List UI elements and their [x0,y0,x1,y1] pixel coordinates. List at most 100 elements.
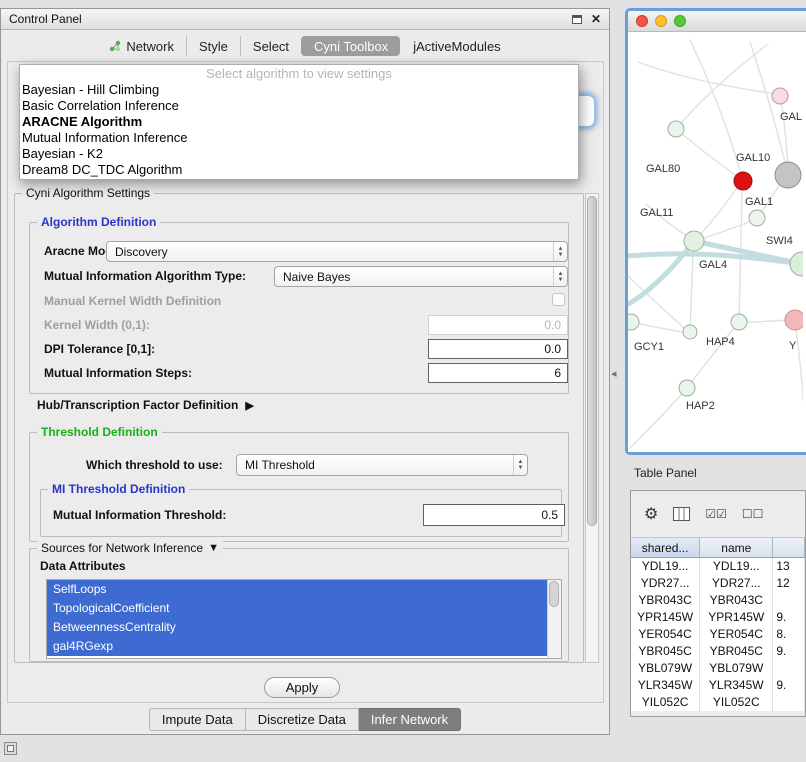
bottom-tab-impute-data[interactable]: Impute Data [149,708,246,731]
zoom-traffic-light[interactable] [674,15,686,27]
manual-kernel-label: Manual Kernel Width Definition [44,294,221,308]
table-cell: YBL079W [700,660,773,677]
table-cell: YBR043C [700,592,773,609]
list-scrollbar[interactable] [547,580,561,658]
minimize-traffic-light[interactable] [655,15,667,27]
data-attributes-label: Data Attributes [40,559,126,573]
network-node[interactable] [790,252,803,276]
node-label: GAL11 [640,207,673,219]
network-node[interactable] [772,88,788,104]
mi-steps-field[interactable]: 6 [428,363,568,383]
tab-style[interactable]: Style [186,36,240,56]
network-node[interactable] [683,325,697,339]
apply-button[interactable]: Apply [264,677,340,698]
table-cell: YDR27... [700,575,773,592]
table-row[interactable]: YPR145WYPR145W9. [631,609,805,626]
tab-cyni-toolbox[interactable]: Cyni Toolbox [301,36,400,56]
algorithm-option-dream8-dc-tdc-algorithm[interactable]: Dream8 DC_TDC Algorithm [20,162,578,178]
table-row[interactable]: YBR045CYBR045C9. [631,643,805,660]
network-node[interactable] [684,231,704,251]
columns-icon[interactable] [673,507,690,521]
table-row[interactable]: YER054CYER054C8. [631,626,805,643]
network-edge [676,129,741,179]
tab-label: jActiveModules [413,39,500,54]
column-header-col2[interactable] [773,538,805,558]
list-scrollbar-thumb[interactable] [549,581,559,607]
aracne-mode-select[interactable]: Discovery [106,241,568,262]
stepper-icon [553,267,567,286]
algorithm-option-mutual-information-inference[interactable]: Mutual Information Inference [20,130,578,146]
gear-icon[interactable]: ⚙ [644,504,658,524]
network-edge [628,241,694,304]
column-header-name[interactable]: name [700,538,773,558]
table-cell: YBR045C [631,643,700,660]
algorithm-option-basic-correlation-inference[interactable]: Basic Correlation Inference [20,98,578,114]
table-row[interactable]: YBL079WYBL079W [631,660,805,677]
tab-network[interactable]: Network [97,36,186,56]
bottom-tab-infer-network[interactable]: Infer Network [359,708,461,731]
table-row[interactable]: YDR27...YDR27...12 [631,575,805,592]
threshold-definition-group: Threshold Definition Which threshold to … [29,432,569,542]
algorithm-option-bayesian-hill-climbing[interactable]: Bayesian - Hill Climbing [20,82,578,98]
deselect-all-icon[interactable]: ☐☐ [742,507,764,521]
group-title: Algorithm Definition [37,215,160,230]
sources-title-text: Sources for Network Inference [41,541,203,556]
network-node[interactable] [731,314,747,330]
docked-panel-icon[interactable] [4,742,17,755]
network-node[interactable] [785,310,803,330]
table-cell: YBR043C [631,592,700,609]
hub-definition-toggle[interactable]: Hub/Transcription Factor Definition ▶ [37,398,254,412]
table-cell [773,694,805,711]
mi-threshold-group: MI Threshold Definition Mutual Informati… [40,489,562,537]
data-attribute-gal4rgexp[interactable]: gal4RGexp [47,637,547,656]
algorithm-dropdown-list: Bayesian - Hill ClimbingBasic Correlatio… [20,82,578,178]
which-threshold-label: Which threshold to use: [86,458,223,472]
dpi-tolerance-field[interactable]: 0.0 [428,339,568,359]
table-cell: YPR145W [631,609,700,626]
table-row[interactable]: YDL19...YDL19...13 [631,558,805,575]
settings-scrollbar[interactable] [585,193,599,663]
mi-algorithm-type-select[interactable]: Naive Bayes [274,266,568,287]
sources-title[interactable]: Sources for Network Inference ▼ [37,541,223,556]
network-canvas[interactable]: GAL80GAL10GAL11GAL1SWI4GAL4GCY1HAP4YHAP2… [628,32,806,452]
table-row[interactable]: YIL052CYIL052C [631,694,805,711]
tab-label: Select [253,39,289,54]
network-graph[interactable]: GAL80GAL10GAL11GAL1SWI4GAL4GCY1HAP4YHAP2… [628,32,803,451]
network-node[interactable] [749,210,765,226]
kernel-width-field[interactable]: 0.0 [428,315,568,335]
close-icon[interactable] [591,12,601,26]
sources-group: Sources for Network Inference ▼ Data Att… [29,548,569,662]
network-node[interactable] [775,162,801,188]
table-row[interactable]: YLR345WYLR345W9. [631,677,805,694]
group-title: Cyni Algorithm Settings [22,186,154,201]
column-header-shared[interactable]: shared... [631,538,700,558]
algorithm-option-bayesian-k2[interactable]: Bayesian - K2 [20,146,578,162]
data-attribute-topologicalcoefficient[interactable]: TopologicalCoefficient [47,599,547,618]
data-attribute-selfloops[interactable]: SelfLoops [47,580,547,599]
network-edge [690,253,693,332]
select-all-icon[interactable]: ☑☑ [705,507,727,521]
manual-kernel-checkbox[interactable] [552,293,565,306]
mi-steps-value: 6 [554,366,561,380]
network-node[interactable] [734,172,752,190]
data-attribute-betweennesscentrality[interactable]: BetweennessCentrality [47,618,547,637]
which-threshold-select[interactable]: MI Threshold [236,454,528,476]
mi-threshold-field[interactable]: 0.5 [423,504,565,526]
network-node[interactable] [668,121,684,137]
settings-scrollbar-thumb[interactable] [587,196,597,526]
algorithm-option-aracne-algorithm[interactable]: ARACNE Algorithm [20,114,578,130]
tab-jactivemodules[interactable]: jActiveModules [400,36,512,56]
split-pane-collapse-icon[interactable]: ◂ [611,367,617,380]
close-traffic-light[interactable] [636,15,648,27]
table-panel-window: ⚙ ☑☑ ☐☐ shared...name YDL19...YDL19...13… [630,490,806,717]
network-window-titlebar [628,11,806,32]
network-node[interactable] [628,314,639,330]
float-window-icon[interactable] [572,15,582,24]
network-edge [694,184,740,241]
network-node[interactable] [679,380,695,396]
table-cell: YIL052C [700,694,773,711]
bottom-tab-discretize-data[interactable]: Discretize Data [246,708,359,731]
table-row[interactable]: YBR043CYBR043C [631,592,805,609]
tab-select[interactable]: Select [240,36,301,56]
kernel-width-value: 0.0 [544,318,561,332]
